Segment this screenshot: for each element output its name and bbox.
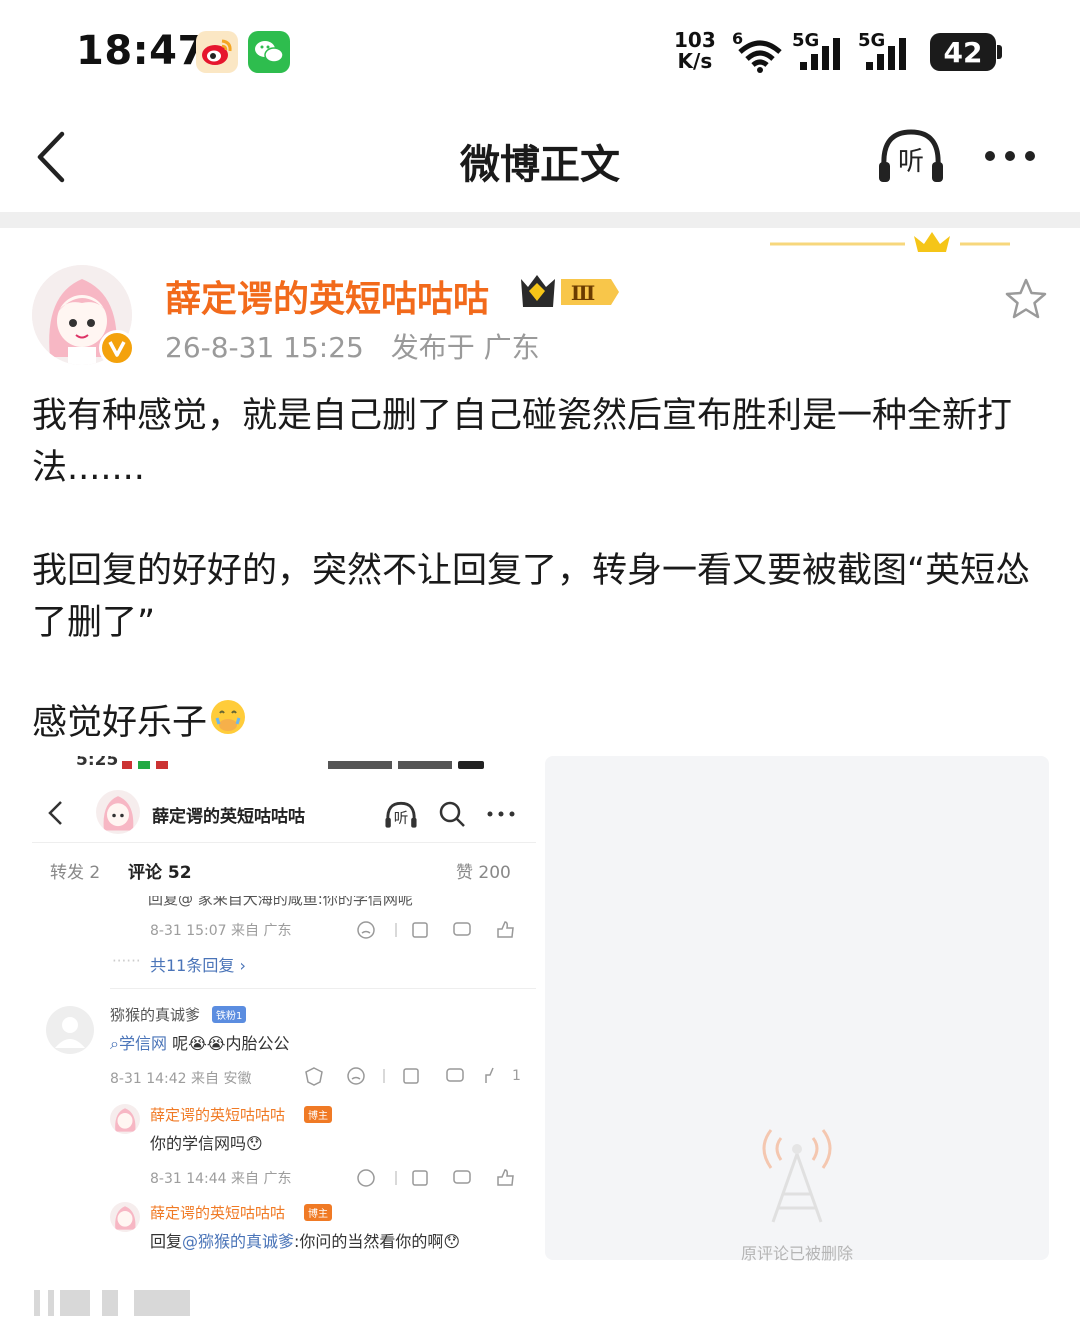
shot-reply1-meta: 8-31 14:44 来自 广东	[150, 1171, 292, 1187]
shot-tab-like: 赞 200	[456, 863, 511, 883]
network-speed: 103 K/s	[674, 30, 716, 72]
shot-reply2-badge: 博主	[304, 1204, 332, 1221]
crown-decoration-icon	[770, 232, 1010, 252]
shot-reply-action-icons	[357, 921, 514, 939]
author-name[interactable]: 薛定谔的英短咕咕咕	[165, 270, 489, 322]
signal-sim1-icon: 5G	[792, 30, 840, 70]
post-paragraph-1: 我有种感觉，就是自己删了自己碰瓷然后宣布胜利是一种全新打法.......	[32, 396, 1013, 488]
shot-listen-icon: 听	[385, 801, 417, 828]
wifi-icon: 6	[732, 30, 782, 73]
shot-reply2-user: 薛定谔的英短咕咕咕	[150, 1204, 286, 1222]
post-meta: 26-8-31 15:25 发布于 广东	[165, 326, 540, 366]
shot-status-icons	[122, 756, 178, 769]
shot-comment-link: 学信网	[118, 1034, 167, 1053]
shot-comment-action-icons	[305, 1067, 494, 1086]
shot-header-avatar	[96, 790, 140, 834]
shot-reply2-avatar	[110, 1202, 140, 1232]
nav-divider	[0, 212, 1080, 228]
shot-reply-count-chevron-icon: ›	[234, 956, 246, 975]
shot-status-right-icons	[328, 756, 488, 769]
shot-back-icon	[48, 801, 62, 825]
network-speed-value: 103	[674, 28, 716, 52]
post-paragraph-3-text: 感觉好乐子	[32, 703, 208, 743]
verified-badge-icon	[99, 330, 135, 366]
shot-search-icon	[439, 801, 465, 827]
bottom-cut-row	[34, 1290, 194, 1325]
shot-reply1-avatar	[110, 1104, 140, 1134]
deleted-caption: 原评论已被删除	[740, 1244, 853, 1263]
shot-reply1-user: 薛定谔的英短咕咕咕	[150, 1106, 286, 1124]
shot-reply1-text: 你的学信网吗😯	[150, 1134, 263, 1153]
shot-reply2-text: 回复@猕猴的真诚爹:你问的当然看你的啊😯	[150, 1228, 460, 1252]
shot-tab-repost: 转发 2	[50, 863, 101, 883]
favorite-star-icon[interactable]	[1003, 276, 1049, 322]
listen-label: 听	[898, 147, 924, 177]
shot-fan-badge: 铁粉1	[212, 1006, 247, 1023]
sim2-label: 5G	[858, 30, 885, 51]
sim1-label: 5G	[792, 30, 819, 51]
shot-reply2-mention: @猕猴的真诚爹	[182, 1232, 295, 1251]
shot-listen-label: 听	[394, 810, 409, 827]
shot-reply-meta: 8-31 15:07 来自 广东	[150, 923, 292, 939]
network-speed-unit: K/s	[677, 49, 713, 73]
status-time: 18:47	[76, 28, 206, 74]
shot-commenter-avatar	[46, 1006, 94, 1054]
post-paragraph-2: 我回复的好好的，突然不让回复了，转身一看又要被截图“英短怂了删了”	[32, 551, 1031, 643]
signal-sim2-icon: 5G	[858, 30, 906, 70]
shot-cut-mask	[32, 884, 536, 896]
shot-header-divider	[32, 842, 536, 843]
level-label: Ⅲ	[571, 281, 595, 305]
post-location: 发布于 广东	[390, 331, 540, 364]
battery-tip	[997, 45, 1002, 59]
shot-comment-search-icon: ⌕	[110, 1034, 119, 1053]
battery-indicator: 42	[930, 33, 996, 71]
shot-status-time: 5:25	[76, 756, 119, 770]
wifi-label: 6	[732, 30, 743, 48]
more-options-button[interactable]	[982, 145, 1038, 167]
weibo-notification-icon	[196, 31, 238, 73]
shot-tab-comment: 评论 52	[128, 863, 192, 883]
shot-reply2-body: :你问的当然看你的啊😯	[294, 1232, 461, 1251]
post-image-screenshot[interactable]: 5:25 薛定谔的英短咕咕咕 听 转发 2 评论 52 赞 200 回复@ 家来…	[32, 756, 536, 1260]
member-level-badge[interactable]: Ⅲ	[519, 271, 619, 313]
shot-comment-meta: 8-31 14:42 来自 安徽	[110, 1071, 252, 1087]
post-timestamp: 26-8-31 15:25	[165, 331, 364, 364]
post-image-deleted[interactable]: 原评论已被删除	[545, 756, 1049, 1263]
shot-comment-rest: 呢😭😭内胎公公	[166, 1034, 290, 1053]
broken-signal-tower-icon	[762, 1129, 832, 1223]
shot-reply1-badge: 博主	[304, 1106, 332, 1123]
post-paragraph-3: 感觉好乐子	[32, 697, 1052, 751]
shot-comment-divider	[110, 988, 536, 989]
covering-mouth-emoji-icon	[209, 698, 247, 751]
shot-comment-likes: 1	[512, 1068, 521, 1084]
shot-more-icon	[487, 811, 515, 817]
listen-button[interactable]: 听	[876, 126, 946, 186]
shot-header-name: 薛定谔的英短咕咕咕	[152, 807, 305, 827]
shot-reply-count-text: 共11条回复	[150, 956, 235, 975]
shot-reply-count: 共11条回复 ›	[150, 952, 246, 976]
shot-reply2-prefix: 回复	[150, 1232, 183, 1251]
shot-reply1-action-icons	[357, 1169, 514, 1187]
shot-commenter-name: 猕猴的真诚爹	[110, 1006, 201, 1024]
wechat-notification-icon	[248, 31, 290, 73]
shot-reply-count-dots: ······	[112, 952, 141, 970]
shot-comment-text: ⌕学信网 呢😭😭内胎公公	[110, 1030, 289, 1054]
